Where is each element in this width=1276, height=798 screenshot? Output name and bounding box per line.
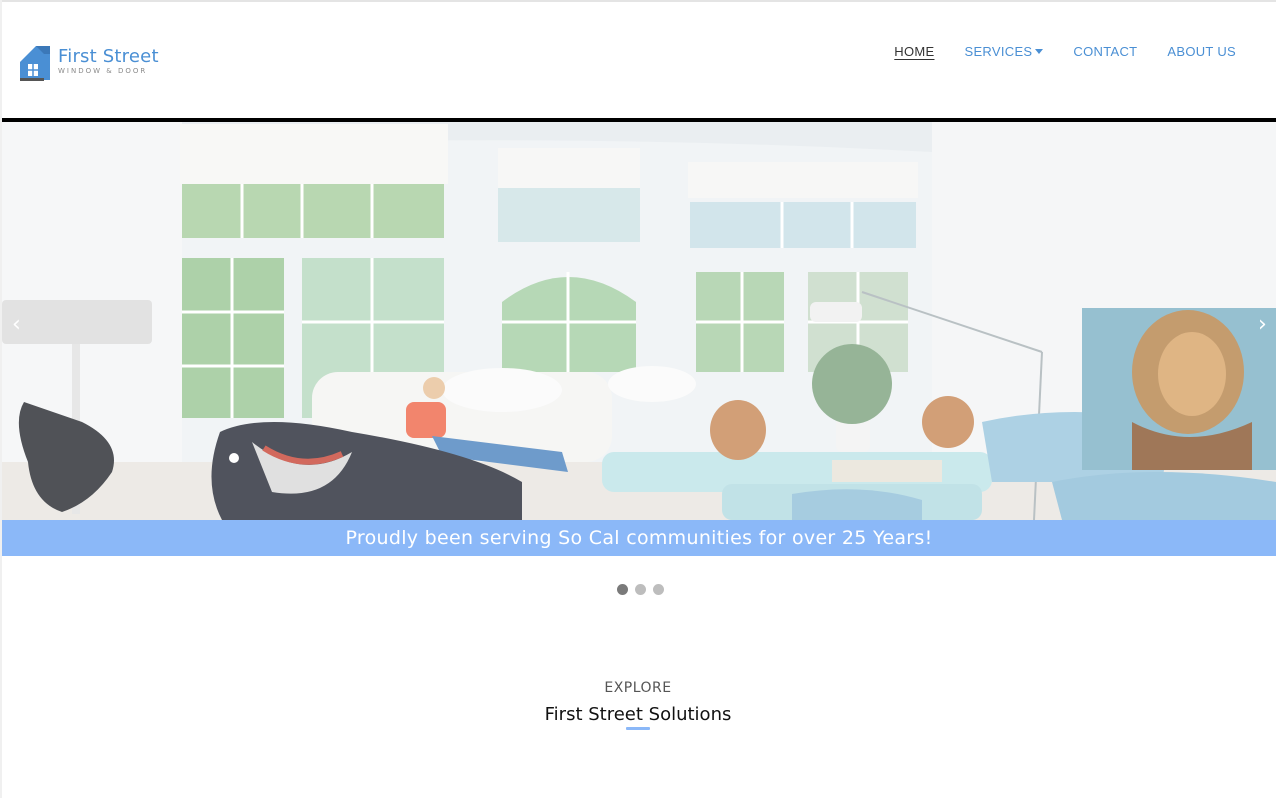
logo-name: First Street [58, 45, 159, 67]
carousel-prev-button[interactable]: ‹ [12, 312, 21, 337]
hero-caption-bar: Proudly been serving So Cal communities … [2, 520, 1276, 556]
site-logo[interactable]: First Street WINDOW & DOOR [18, 40, 159, 82]
carousel-next-button[interactable]: › [1258, 312, 1267, 337]
nav-home-label: HOME [894, 44, 935, 59]
hero-slide-image [2, 122, 1276, 520]
nav-contact[interactable]: CONTACT [1073, 44, 1137, 59]
nav-services[interactable]: SERVICES [964, 44, 1044, 59]
caret-down-icon [1035, 49, 1044, 54]
nav-services-label: SERVICES [964, 44, 1033, 59]
nav-about-us[interactable]: ABOUT US [1167, 44, 1236, 59]
main-nav: HOME SERVICES CONTACT ABOUT US [864, 44, 1236, 59]
explore-title: First Street Solutions [544, 704, 732, 725]
title-underline [626, 727, 650, 730]
site-header: First Street WINDOW & DOOR HOME SERVICES… [2, 2, 1276, 118]
logo-tagline: WINDOW & DOOR [58, 66, 148, 75]
hero-caption: Proudly been serving So Cal communities … [345, 527, 933, 549]
carousel-dot-1[interactable] [617, 584, 628, 595]
nav-about-us-label: ABOUT US [1167, 44, 1236, 59]
nav-home[interactable]: HOME [894, 44, 934, 59]
carousel-dot-3[interactable] [653, 584, 664, 595]
explore-kicker: EXPLORE [604, 680, 672, 696]
carousel-dot-2[interactable] [635, 584, 646, 595]
living-room-illustration [2, 122, 1276, 520]
carousel-indicators [617, 584, 671, 595]
explore-section: EXPLORE First Street Solutions [0, 680, 1276, 730]
house-logo-icon [20, 46, 50, 81]
nav-contact-label: CONTACT [1073, 44, 1138, 59]
